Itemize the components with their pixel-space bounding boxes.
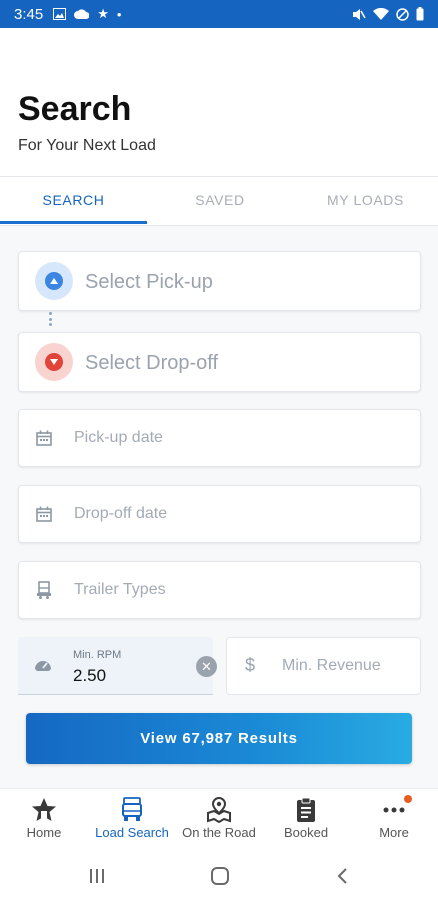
nav-item-load-search[interactable]: Load Search — [88, 795, 176, 851]
pickup-location-card[interactable]: Select Pick-up — [18, 251, 421, 311]
nav-item-on-the-road[interactable]: On the Road — [175, 795, 263, 851]
road-map-icon — [175, 795, 263, 825]
bottom-nav: Home Load Search On the Road Booked More — [0, 788, 438, 852]
gallery-notification-icon — [53, 8, 67, 20]
tab-bar: SEARCH SAVED MY LOADS — [0, 176, 438, 226]
nav-label-on-the-road: On the Road — [182, 825, 256, 840]
star-notification-icon: ★ — [97, 6, 109, 21]
nav-item-more[interactable]: More — [350, 795, 438, 851]
pickup-date-field[interactable]: Pick-up date — [18, 409, 421, 467]
nav-item-booked[interactable]: Booked — [262, 795, 350, 851]
nav-label-load-search: Load Search — [95, 825, 169, 840]
clear-icon[interactable]: ✕ — [196, 656, 217, 677]
wifi-icon — [373, 8, 389, 20]
speedometer-icon — [34, 657, 52, 678]
more-dots-icon — [350, 795, 438, 825]
active-tab-indicator — [0, 221, 147, 224]
nav-item-home[interactable]: Home — [0, 795, 88, 851]
recent-apps-icon[interactable] — [88, 867, 106, 885]
system-nav-bar — [0, 852, 438, 900]
dropoff-location-label: Select Drop-off — [85, 352, 219, 374]
home-star-icon — [0, 795, 88, 825]
dot-notification-icon: • — [116, 6, 122, 22]
header: Search For Your Next Load — [0, 28, 438, 176]
dropoff-date-field[interactable]: Drop-off date — [18, 485, 421, 543]
min-rpm-value: 2.50 — [73, 666, 107, 685]
dropoff-location-icon — [35, 343, 73, 381]
nav-label-booked: Booked — [283, 825, 329, 840]
tab-saved[interactable]: SAVED — [147, 177, 293, 225]
do-not-disturb-icon — [396, 7, 409, 21]
trailer-types-placeholder: Trailer Types — [74, 581, 166, 598]
min-rpm-field[interactable]: Min. RPM 2.50 ✕ — [18, 637, 217, 695]
trailer-types-field[interactable]: Trailer Types — [18, 561, 421, 619]
tab-my-loads[interactable]: MY LOADS — [293, 177, 438, 225]
nav-label-more: More — [379, 825, 409, 840]
dropoff-location-card[interactable]: Select Drop-off — [18, 332, 421, 392]
cloud-notification-icon — [74, 9, 90, 19]
tab-search[interactable]: SEARCH — [0, 177, 147, 225]
min-rpm-label: Min. RPM — [73, 649, 122, 661]
back-icon[interactable] — [335, 867, 349, 885]
notification-badge — [404, 795, 412, 803]
route-connector — [48, 312, 52, 326]
trailer-icon — [35, 581, 53, 599]
calendar-icon — [35, 429, 53, 447]
truck-icon — [88, 795, 176, 825]
min-revenue-placeholder: Min. Revenue — [282, 657, 381, 674]
battery-icon — [416, 7, 424, 21]
page-subtitle: For Your Next Load — [18, 137, 156, 154]
status-time: 3:45 — [14, 5, 44, 23]
status-bar: 3:45 ★ • — [0, 0, 438, 28]
nav-label-home: Home — [26, 825, 62, 840]
calendar-icon — [35, 505, 53, 523]
pickup-location-icon — [35, 262, 73, 300]
view-results-button[interactable]: View 67,987 Results — [26, 713, 412, 764]
pickup-date-placeholder: Pick-up date — [74, 429, 163, 446]
dropoff-date-placeholder: Drop-off date — [74, 505, 168, 522]
dollar-icon: $ — [245, 655, 256, 675]
mute-icon — [353, 8, 366, 20]
clipboard-icon — [262, 795, 350, 825]
pickup-location-label: Select Pick-up — [85, 271, 213, 293]
home-button-icon[interactable] — [210, 866, 230, 886]
page-title: Search — [18, 90, 132, 128]
min-revenue-field[interactable]: $ Min. Revenue — [226, 637, 421, 695]
